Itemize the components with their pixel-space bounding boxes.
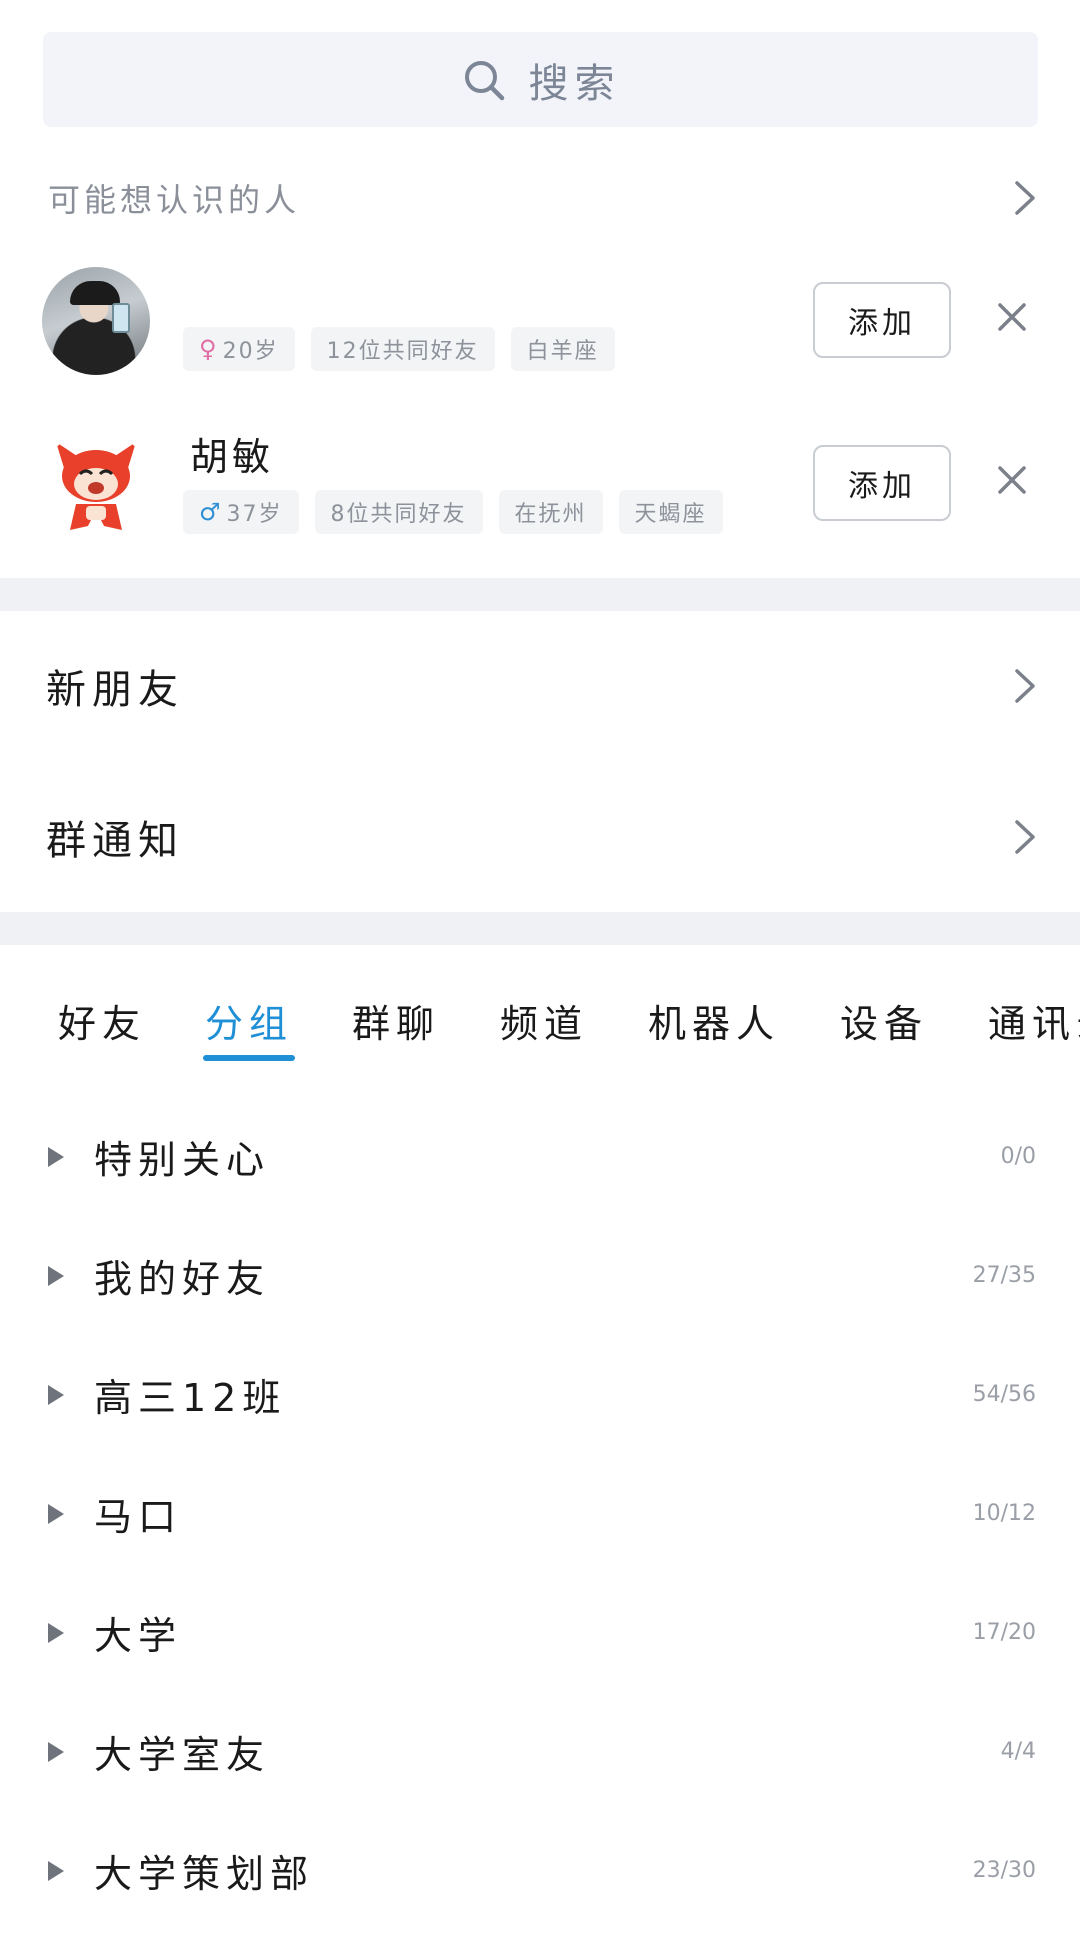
group-notice-label: 群通知 xyxy=(46,818,184,864)
mutual-friends-tag: 12位共同好友 xyxy=(310,327,495,371)
tab-friends[interactable]: 好友 xyxy=(58,993,146,1048)
zodiac-tag: 白羊座 xyxy=(510,327,615,371)
search-bar[interactable]: 搜索 xyxy=(43,32,1038,127)
group-row[interactable]: 我的好友 27/35 xyxy=(0,1216,1080,1335)
avatar[interactable] xyxy=(42,267,150,375)
group-count: 17/20 xyxy=(972,1620,1036,1645)
section-divider xyxy=(0,912,1080,945)
group-row[interactable]: 特别关心 0/0 xyxy=(0,1097,1080,1216)
group-count: 23/30 xyxy=(972,1858,1036,1883)
group-count: 4/4 xyxy=(1000,1739,1036,1764)
add-friend-button[interactable]: 添加 xyxy=(813,282,951,358)
contacts-tabs: 好友 分组 群聊 频道 机器人 设备 通讯录 xyxy=(0,975,1080,1065)
group-name: 大学室友 xyxy=(94,1733,271,1777)
group-count: 54/56 xyxy=(972,1382,1036,1407)
group-row[interactable]: 大学策划部 23/30 xyxy=(0,1811,1080,1930)
caret-right-icon xyxy=(46,1264,66,1288)
group-count: 27/35 xyxy=(972,1263,1036,1288)
female-icon: ♀ xyxy=(199,335,219,363)
contacts-page: 搜索 可能想认识的人 ♀ 20岁 12位共同好友 白羊座 添加 胡敏 ♂ 37岁… xyxy=(0,0,1080,1960)
suggestion-row[interactable]: 胡敏 ♂ 37岁 8位共同好友 在抚州 天蝎座 添加 xyxy=(0,418,1080,548)
caret-right-icon xyxy=(46,1740,66,1764)
caret-right-icon xyxy=(46,1859,66,1883)
close-icon[interactable] xyxy=(990,458,1034,502)
tab-address-book[interactable]: 通讯录 xyxy=(988,993,1080,1048)
search-placeholder: 搜索 xyxy=(528,60,621,107)
avatar[interactable] xyxy=(42,430,150,538)
caret-right-icon xyxy=(46,1621,66,1645)
suggestion-row[interactable]: ♀ 20岁 12位共同好友 白羊座 添加 xyxy=(0,255,1080,385)
suggestion-tags: ♂ 37岁 8位共同好友 在抚州 天蝎座 xyxy=(183,490,723,534)
group-count: 10/12 xyxy=(972,1501,1036,1526)
caret-right-icon xyxy=(46,1502,66,1526)
group-row[interactable]: 大学室友 4/4 xyxy=(0,1692,1080,1811)
people-you-may-know-title: 可能想认识的人 xyxy=(48,181,301,219)
caret-right-icon xyxy=(46,1145,66,1169)
male-icon: ♂ xyxy=(199,498,223,526)
group-notice-row[interactable]: 群通知 xyxy=(0,762,1080,912)
group-name: 马口 xyxy=(94,1495,183,1539)
close-icon[interactable] xyxy=(990,295,1034,339)
age-text: 20岁 xyxy=(222,339,279,364)
caret-right-icon xyxy=(46,1383,66,1407)
chevron-right-icon xyxy=(1012,666,1038,706)
suggestion-tags: ♀ 20岁 12位共同好友 白羊座 xyxy=(183,327,615,371)
group-count: 0/0 xyxy=(1000,1144,1036,1169)
section-divider xyxy=(0,578,1080,611)
location-tag: 在抚州 xyxy=(498,490,603,534)
people-you-may-know-header[interactable]: 可能想认识的人 xyxy=(48,160,1038,236)
group-name: 特别关心 xyxy=(94,1138,271,1182)
mutual-friends-tag: 8位共同好友 xyxy=(314,490,483,534)
suggestion-name: 胡敏 xyxy=(190,435,275,479)
tab-groups[interactable]: 分组 xyxy=(205,993,293,1048)
search-icon xyxy=(461,57,507,103)
group-row[interactable]: 高三12班 54/56 xyxy=(0,1335,1080,1454)
group-name: 我的好友 xyxy=(94,1257,271,1301)
chevron-right-icon xyxy=(1012,817,1038,857)
tab-robots[interactable]: 机器人 xyxy=(648,993,780,1048)
chevron-right-icon xyxy=(1012,178,1038,218)
zodiac-tag: 天蝎座 xyxy=(618,490,723,534)
age-tag: ♂ 37岁 xyxy=(183,490,299,534)
avatar-cap-shape xyxy=(70,281,120,305)
group-row[interactable]: 马口 10/12 xyxy=(0,1454,1080,1573)
active-tab-indicator xyxy=(203,1055,295,1061)
tab-devices[interactable]: 设备 xyxy=(840,993,928,1048)
group-name: 高三12班 xyxy=(94,1376,287,1420)
age-tag: ♀ 20岁 xyxy=(183,327,295,371)
new-friends-label: 新朋友 xyxy=(46,667,184,713)
group-name: 大学 xyxy=(94,1614,183,1658)
new-friends-row[interactable]: 新朋友 xyxy=(0,611,1080,761)
group-name: 大学策划部 xyxy=(94,1852,315,1896)
age-text: 37岁 xyxy=(226,502,283,527)
add-friend-button[interactable]: 添加 xyxy=(813,445,951,521)
group-row[interactable]: 大学 17/20 xyxy=(0,1573,1080,1692)
avatar-phone-shape xyxy=(112,303,130,333)
tab-channels[interactable]: 频道 xyxy=(500,993,588,1048)
tab-group-chats[interactable]: 群聊 xyxy=(352,993,440,1048)
